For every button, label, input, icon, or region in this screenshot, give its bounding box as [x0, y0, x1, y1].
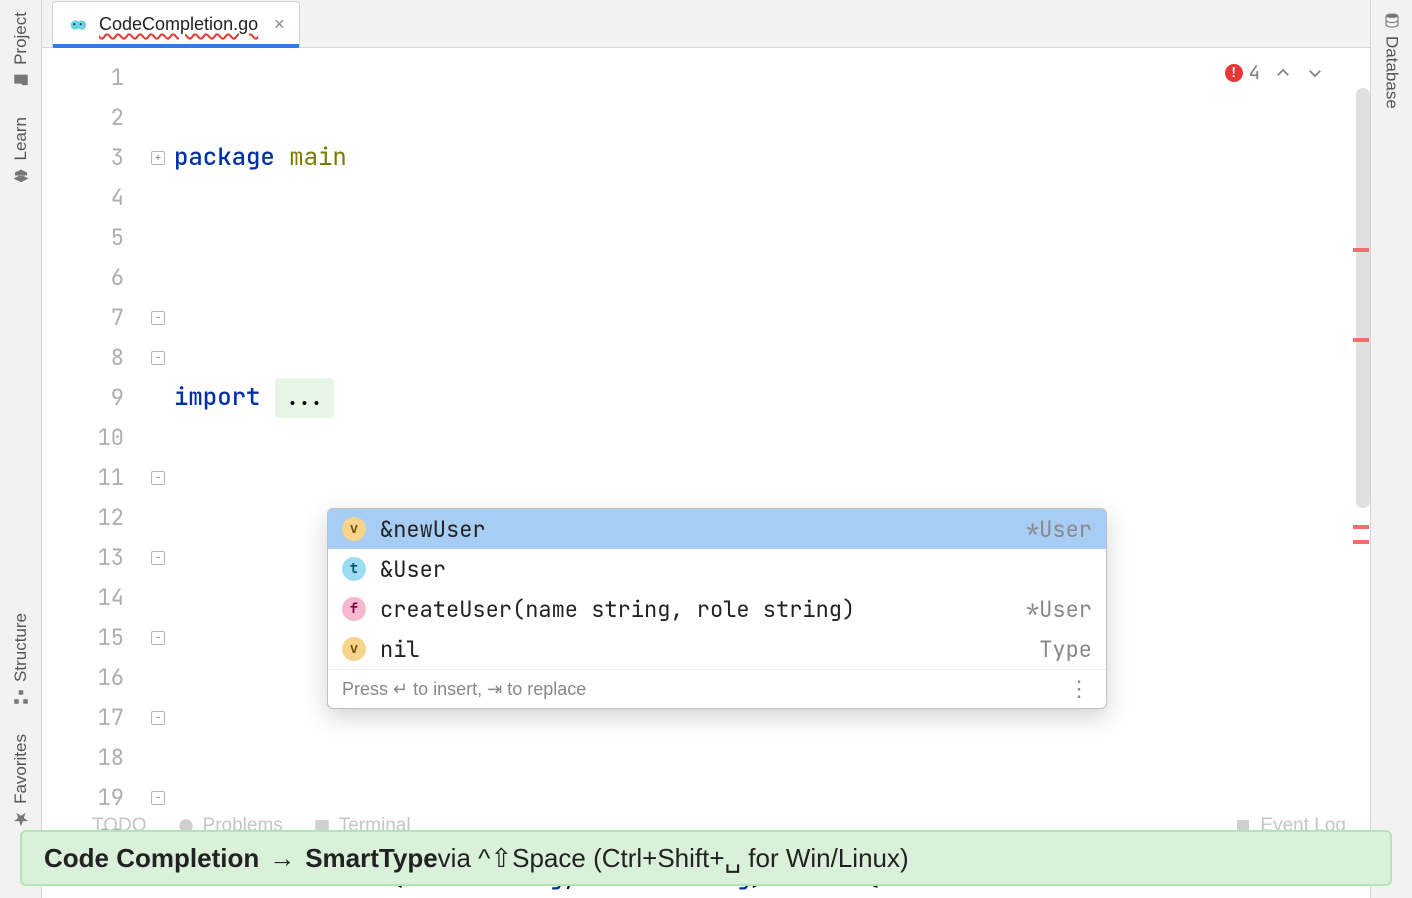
completion-popup: v &newUser *User t &User f createUser(na…	[327, 508, 1107, 709]
keyword: import	[174, 378, 275, 418]
completion-hint: Press ↵ to insert, ⇥ to replace	[342, 679, 586, 700]
fold-collapse-icon[interactable]: −	[151, 631, 165, 645]
completion-label: createUser(name string, role string)	[380, 595, 1026, 624]
line-number: 3	[42, 138, 124, 178]
tip-part: via ^⇧Space (Ctrl+Shift+␣ for Win/Linux)	[438, 843, 909, 874]
error-count-value: 4	[1249, 60, 1260, 85]
folded-region[interactable]: ...	[275, 378, 334, 418]
close-icon[interactable]: ×	[268, 14, 285, 35]
completion-label: nil	[380, 635, 1039, 664]
fold-icon[interactable]: −	[151, 471, 165, 485]
error-stripe[interactable]	[1352, 48, 1370, 898]
tip-part: SmartType	[305, 843, 437, 874]
completion-item[interactable]: f createUser(name string, role string) *…	[328, 589, 1106, 629]
line-number: 11	[42, 458, 124, 498]
tab-filename: CodeCompletion.go	[99, 14, 258, 35]
sidebar-label: Database	[1382, 36, 1402, 109]
completion-label: &User	[380, 555, 1092, 584]
line-number: 16	[42, 658, 124, 698]
sidebar-label: Project	[11, 12, 31, 65]
identifier: main	[289, 138, 347, 178]
line-number: 2	[42, 98, 124, 138]
line-number-gutter: 1 2 3 4 5 6 7 8 9 10 11 12 13 14 15 16 1…	[42, 48, 142, 898]
error-count[interactable]: ! 4	[1225, 60, 1260, 85]
go-file-icon	[67, 14, 89, 36]
line-number: 15	[42, 618, 124, 658]
completion-kind-icon: f	[342, 597, 366, 621]
code-editor[interactable]: 1 2 3 4 5 6 7 8 9 10 11 12 13 14 15 16 1…	[42, 48, 1370, 898]
completion-tail: *User	[1026, 595, 1092, 624]
chevron-down-icon[interactable]	[1306, 64, 1324, 82]
sidebar-item-learn[interactable]: Learn	[11, 117, 31, 184]
main-area: CodeCompletion.go × 1 2 3 4 5 6 7 8 9 10…	[42, 0, 1370, 898]
line-number: 14	[42, 578, 124, 618]
line-number: 12	[42, 498, 124, 538]
tip-banner: Code Completion → SmartType via ^⇧Space …	[20, 830, 1392, 886]
completion-kind-icon: t	[342, 557, 366, 581]
completion-tail: *User	[1026, 515, 1092, 544]
line-number: 7	[42, 298, 124, 338]
line-number: 6	[42, 258, 124, 298]
line-number: 4	[42, 178, 124, 218]
sidebar-item-project[interactable]: Project	[11, 12, 31, 89]
sidebar-item-favorites[interactable]: Favorites	[11, 734, 31, 828]
sidebar-item-structure[interactable]: Structure	[11, 613, 31, 706]
sidebar-label: Learn	[11, 117, 31, 160]
more-icon[interactable]: ⋮	[1068, 676, 1092, 702]
fold-collapse-icon[interactable]: −	[151, 791, 165, 805]
completion-item[interactable]: v nil Type	[328, 629, 1106, 669]
line-number: 10	[42, 418, 124, 458]
editor-tab[interactable]: CodeCompletion.go ×	[52, 1, 300, 47]
line-number: 8	[42, 338, 124, 378]
completion-kind-icon: v	[342, 637, 366, 661]
sidebar-label: Favorites	[11, 734, 31, 804]
line-number: 1	[42, 58, 124, 98]
fold-gutter: + − − − − − − −	[142, 48, 174, 898]
left-tool-strip: Project Learn Structure Favorites	[0, 0, 42, 898]
line-number: 17	[42, 698, 124, 738]
keyword: package	[174, 138, 289, 178]
fold-collapse-icon[interactable]: −	[151, 351, 165, 365]
completion-item[interactable]: v &newUser *User	[328, 509, 1106, 549]
code-area[interactable]: package main import ... func createUser(…	[174, 48, 1352, 898]
inspection-widget[interactable]: ! 4	[1225, 60, 1324, 85]
completion-kind-icon: v	[342, 517, 366, 541]
error-icon: !	[1225, 64, 1243, 82]
error-marker[interactable]	[1353, 338, 1369, 342]
completion-item[interactable]: t &User	[328, 549, 1106, 589]
fold-collapse-icon[interactable]: −	[151, 311, 165, 325]
error-marker[interactable]	[1353, 525, 1369, 529]
fold-icon[interactable]: −	[151, 711, 165, 725]
fold-icon[interactable]: −	[151, 551, 165, 565]
completion-hint-bar: Press ↵ to insert, ⇥ to replace ⋮	[328, 669, 1106, 708]
line-number: 9	[42, 378, 124, 418]
completion-tail: Type	[1039, 635, 1092, 664]
right-tool-strip: Database	[1370, 0, 1412, 898]
editor-tab-bar: CodeCompletion.go ×	[42, 0, 1370, 48]
chevron-up-icon[interactable]	[1274, 64, 1292, 82]
sidebar-label: Structure	[11, 613, 31, 682]
fold-expand-icon[interactable]: +	[151, 151, 165, 165]
arrow-icon: →	[269, 843, 295, 874]
error-marker[interactable]	[1353, 540, 1369, 544]
sidebar-item-database[interactable]: Database	[1382, 12, 1402, 109]
tip-part: Code Completion	[44, 843, 259, 874]
line-number: 5	[42, 218, 124, 258]
completion-label: &newUser	[380, 515, 1026, 544]
scrollbar-thumb[interactable]	[1356, 88, 1370, 508]
line-number: 18	[42, 738, 124, 778]
error-marker[interactable]	[1353, 248, 1369, 252]
line-number: 13	[42, 538, 124, 578]
